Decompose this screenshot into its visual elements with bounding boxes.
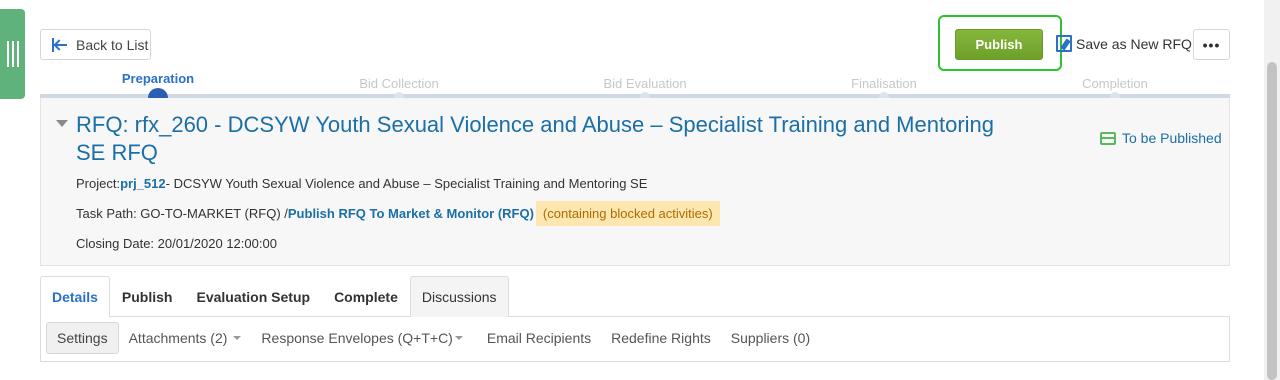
- chevron-down-icon: [233, 336, 242, 340]
- tab-complete[interactable]: Complete: [322, 276, 410, 317]
- subtab-email-recipients-label: Email Recipients: [486, 330, 592, 346]
- project-label: Project:: [76, 176, 121, 191]
- scrollbar-thumb[interactable]: [1267, 62, 1277, 380]
- status-badge: To be Published: [1100, 130, 1222, 146]
- subtab-response-envelopes-label: Response Envelopes (Q+T+C): [261, 330, 453, 346]
- chevron-down-icon: [454, 336, 463, 340]
- save-as-new-rfq-button[interactable]: Save as New RFQ: [1056, 35, 1192, 52]
- project-name: - DCSYW Youth Sexual Violence and Abuse …: [165, 176, 648, 191]
- project-line: Project:prj_512- DCSYW Youth Sexual Viol…: [76, 176, 647, 191]
- subtab-suppliers-label: Suppliers (0): [730, 330, 811, 346]
- task-path-line: Task Path: GO-TO-MARKET (RFQ) /Publish R…: [76, 201, 720, 226]
- task-path-label: Task Path: GO-TO-MARKET (RFQ) /: [76, 206, 288, 221]
- card-icon: [1100, 131, 1116, 145]
- task-path-link[interactable]: Publish RFQ To Market & Monitor (RFQ): [288, 206, 534, 221]
- grip-icon: [6, 41, 19, 67]
- subtab-attachments[interactable]: Attachments (2): [119, 322, 252, 354]
- main-tabs: Details Publish Evaluation Setup Complet…: [40, 276, 509, 317]
- step-bid-evaluation: Bid Evaluation: [603, 76, 687, 91]
- subtab-email-recipients[interactable]: Email Recipients: [477, 322, 601, 354]
- edit-document-icon: [1056, 35, 1072, 52]
- subtab-redefine-rights[interactable]: Redefine Rights: [601, 322, 721, 354]
- project-link[interactable]: prj_512: [120, 176, 166, 191]
- step-preparation: Preparation: [121, 71, 195, 86]
- save-as-new-rfq-label: Save as New RFQ: [1076, 35, 1192, 52]
- tab-details[interactable]: Details: [40, 276, 110, 317]
- back-to-list-button[interactable]: Back to List: [40, 29, 151, 60]
- step-completion: Completion: [1082, 76, 1148, 91]
- page-scrollbar[interactable]: [1264, 0, 1280, 380]
- step-finalisation: Finalisation: [851, 76, 917, 91]
- subtabs: Settings Attachments (2) Response Envelo…: [46, 322, 820, 354]
- back-to-list-label: Back to List: [76, 36, 149, 53]
- collapse-caret-icon[interactable]: [56, 120, 68, 127]
- closing-date: Closing Date: 20/01/2020 12:00:00: [76, 236, 277, 251]
- tab-publish[interactable]: Publish: [110, 276, 185, 317]
- blocked-activities-badge: (containing blocked activities): [535, 201, 720, 226]
- subtab-attachments-label: Attachments (2): [128, 330, 228, 346]
- more-options-button[interactable]: •••: [1193, 29, 1230, 60]
- subtab-redefine-rights-label: Redefine Rights: [611, 330, 711, 346]
- status-label: To be Published: [1122, 130, 1222, 146]
- subtab-settings-label: Settings: [57, 330, 108, 346]
- subtab-settings[interactable]: Settings: [46, 322, 119, 354]
- subtab-response-envelopes[interactable]: Response Envelopes (Q+T+C): [251, 322, 476, 354]
- subtab-suppliers[interactable]: Suppliers (0): [721, 322, 820, 354]
- tab-discussions[interactable]: Discussions: [409, 276, 509, 317]
- side-drawer-handle[interactable]: [0, 9, 25, 99]
- tab-evaluation-setup[interactable]: Evaluation Setup: [184, 276, 322, 317]
- publish-button[interactable]: Publish: [955, 29, 1043, 60]
- rfq-title: RFQ: rfx_260 - DCSYW Youth Sexual Violen…: [76, 112, 995, 165]
- back-arrow-icon: [52, 37, 68, 52]
- step-marker-preparation: [148, 88, 168, 98]
- step-bid-collection: Bid Collection: [359, 76, 439, 91]
